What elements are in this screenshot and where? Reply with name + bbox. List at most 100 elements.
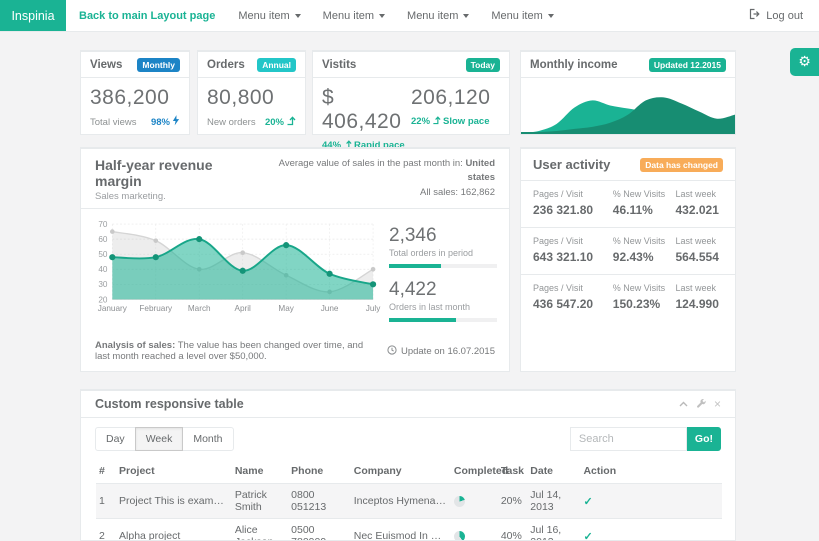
svg-text:January: January xyxy=(98,304,128,313)
period-button-day[interactable]: Day xyxy=(95,427,136,451)
ua-stat: Pages / Visit436 547.20 xyxy=(533,283,613,311)
panel-tools: × xyxy=(679,398,721,410)
check-icon[interactable]: ✓ xyxy=(583,496,592,508)
cell-project: Project This is example of project xyxy=(116,484,232,519)
ua-stat-value: 150.23% xyxy=(613,297,676,311)
ua-stat-label: Pages / Visit xyxy=(533,283,613,293)
theme-config-button[interactable]: ⚙ xyxy=(790,48,819,76)
back-to-layout-link[interactable]: Back to main Layout page xyxy=(79,0,215,31)
chevron-down-icon xyxy=(379,14,385,18)
ua-stat: Pages / Visit 236 321.80 xyxy=(533,189,613,217)
orders-card-body: 80,800 New orders 20% xyxy=(198,78,305,134)
user-activity-row: Pages / Visit436 547.20% New Visits 150.2… xyxy=(521,275,735,321)
table-body: 1Project This is example of projectPatri… xyxy=(96,484,722,541)
logout-button[interactable]: Log out xyxy=(748,0,803,31)
updated-badge: Updated 12.2015 xyxy=(649,58,726,72)
user-activity-row: Pages / Visit 236 321.80% New Visits46.11… xyxy=(521,181,735,228)
ua-stat-label: Last week xyxy=(675,236,723,246)
visits-right-label: Slow pace xyxy=(443,116,489,127)
sign-out-icon xyxy=(748,8,760,23)
annual-badge: Annual xyxy=(257,58,296,72)
cell-action: ✓ xyxy=(580,519,722,541)
gears-icon: ⚙ xyxy=(798,55,811,69)
revenue-subtitle: Sales marketing. xyxy=(95,191,257,202)
menu-item-1[interactable]: Menu item xyxy=(227,0,311,31)
views-metric: 98% xyxy=(151,117,170,128)
period-button-month[interactable]: Month xyxy=(182,427,233,451)
table-header-row: #ProjectNamePhoneCompanyCompletedTaskDat… xyxy=(96,459,722,484)
stat-cards-row: Views Monthly 386,200 Total views 98% Or… xyxy=(80,50,736,135)
views-card-header: Views Monthly xyxy=(81,52,189,78)
ua-stat-value: 236 321.80 xyxy=(533,203,613,217)
column-header-task: Task xyxy=(498,459,527,484)
revenue-stats: 2,346 Total orders in period 4,422 Order… xyxy=(389,217,497,333)
revenue-line-chart: 203040506070JanuaryFebruaryMarchAprilMay… xyxy=(93,217,375,319)
period-button-group: DayWeekMonth xyxy=(95,427,234,451)
ua-stat-value: 124.990 xyxy=(675,297,723,311)
close-icon[interactable]: × xyxy=(714,398,721,410)
chevron-down-icon xyxy=(548,14,554,18)
ua-stat: % New Visits46.11% xyxy=(613,189,676,217)
revenue-panel: Half-year revenue margin Sales marketing… xyxy=(80,147,510,372)
avg-sales-country: United states xyxy=(465,158,495,183)
ua-stat-label: Pages / Visit xyxy=(533,189,613,199)
menu-item-label: Menu item xyxy=(238,10,289,22)
level-up-icon xyxy=(286,115,296,129)
cell-name: Patrick Smith xyxy=(232,484,288,519)
cell-project: Alpha project xyxy=(116,519,232,541)
income-card-header: Monthly income Updated 12.2015 xyxy=(521,52,735,78)
progress-bar xyxy=(389,264,497,268)
ua-stat-label: % New Visits xyxy=(613,283,676,293)
svg-text:May: May xyxy=(278,304,294,313)
ua-stat-value: 564.554 xyxy=(675,250,723,264)
orders-title: Orders xyxy=(207,59,245,71)
cell-completed xyxy=(451,519,498,541)
cell-task: 40% xyxy=(498,519,527,541)
stat-label: Orders in last month xyxy=(389,302,497,312)
visits-title: Vistits xyxy=(322,59,356,71)
today-badge: Today xyxy=(466,58,500,72)
svg-text:20: 20 xyxy=(98,295,108,304)
orders-in-period-stat: 2,346 Total orders in period xyxy=(389,225,497,268)
monthly-income-card: Monthly income Updated 12.2015 xyxy=(520,50,736,135)
user-activity-panel: User activity Data has changed Pages / V… xyxy=(520,147,736,372)
update-text: Update on 16.07.2015 xyxy=(401,346,495,357)
bolt-icon xyxy=(172,115,180,129)
menu-item-4[interactable]: Menu item xyxy=(480,0,564,31)
cell-company: Inceptos Hymenaeos Ltd xyxy=(351,484,451,519)
svg-text:July: July xyxy=(366,304,381,313)
column-header-action: Action xyxy=(580,459,722,484)
search-input[interactable] xyxy=(570,427,687,451)
menu-item-3[interactable]: Menu item xyxy=(396,0,480,31)
menu-item-2[interactable]: Menu item xyxy=(312,0,396,31)
visits-right-stat: 206,120 22% Slow pace xyxy=(411,86,500,152)
column-header-completed: Completed xyxy=(451,459,498,484)
ua-stat-value: 92.43% xyxy=(613,250,676,264)
check-icon[interactable]: ✓ xyxy=(583,531,592,541)
monthly-badge: Monthly xyxy=(137,58,180,72)
wrench-icon[interactable] xyxy=(696,399,706,409)
period-button-week[interactable]: Week xyxy=(135,427,184,451)
completed-pie-icon xyxy=(454,496,465,507)
column-header-company: Company xyxy=(351,459,451,484)
collapse-icon[interactable] xyxy=(679,401,688,407)
svg-text:40: 40 xyxy=(98,265,108,274)
projects-table: #ProjectNamePhoneCompanyCompletedTaskDat… xyxy=(96,459,722,541)
column-header-project: Project xyxy=(116,459,232,484)
ua-stat: % New Visits92.43% xyxy=(613,236,676,264)
cell-num: 1 xyxy=(96,484,116,519)
views-card-body: 386,200 Total views 98% xyxy=(81,78,189,134)
user-activity-title: User activity xyxy=(533,157,610,172)
column-header-: # xyxy=(96,459,116,484)
menu-item-label: Menu item xyxy=(407,10,458,22)
column-header-name: Name xyxy=(232,459,288,484)
user-activity-rows: Pages / Visit 236 321.80% New Visits46.11… xyxy=(521,181,735,321)
visits-left-stat: $ 406,420 44% Rapid pace xyxy=(322,86,411,152)
completed-pie-icon xyxy=(454,531,465,541)
go-button[interactable]: Go! xyxy=(687,427,721,451)
income-area-chart xyxy=(521,78,735,134)
menu-item-label: Menu item xyxy=(323,10,374,22)
progress-bar xyxy=(389,318,497,322)
svg-text:April: April xyxy=(234,304,251,313)
brand-logo[interactable]: Inspinia xyxy=(0,0,66,31)
